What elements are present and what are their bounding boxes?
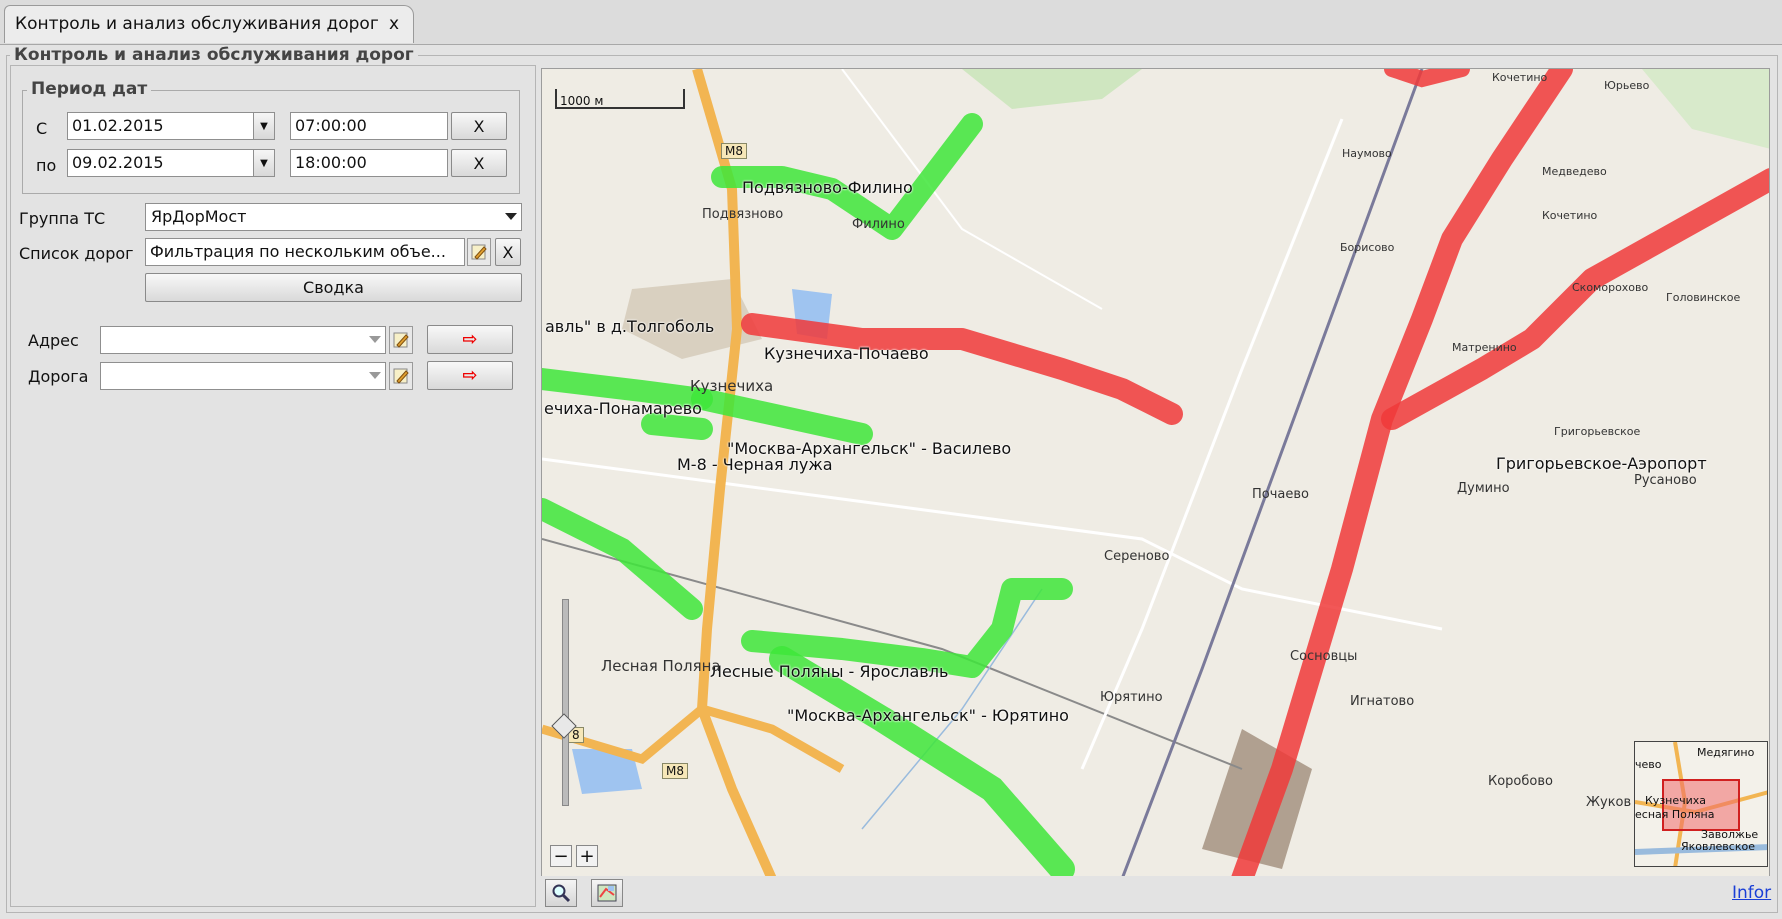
place-label: Юрьево <box>1604 79 1650 92</box>
roads-filter-field[interactable]: Фильтрация по нескольким объе... <box>145 238 465 266</box>
place-label: Сосновцы <box>1290 649 1358 664</box>
chevron-down-icon <box>505 213 517 220</box>
place-label: Кочетино <box>1492 71 1548 84</box>
to-clear-button[interactable]: X <box>451 149 507 177</box>
to-date-field[interactable]: 09.02.2015 <box>67 149 275 177</box>
road-go-button[interactable]: ⇨ <box>427 361 513 390</box>
road-label-podvyaznovo-filino: Подвязново-Филино <box>742 178 913 197</box>
map-layers-icon <box>597 884 617 902</box>
period-group <box>22 90 520 194</box>
place-label: Думино <box>1457 481 1510 496</box>
from-clear-button[interactable]: X <box>451 112 507 140</box>
map-view[interactable]: 1000 м М8 М8 8 Подвязново-Филино авль" в… <box>541 68 1770 878</box>
address-input[interactable] <box>100 326 386 354</box>
place-label: Филино <box>852 217 905 232</box>
place-label: Сереново <box>1104 549 1170 564</box>
place-label: Григорьевское <box>1554 425 1641 438</box>
place-label: Кузнечиха <box>690 377 774 395</box>
page-title: Контроль и анализ обслуживания дорог <box>10 45 418 65</box>
minimap-label: есная Поляна <box>1635 808 1715 821</box>
place-label: Наумово <box>1342 147 1392 160</box>
minimap-label: Яковлевское <box>1681 840 1755 853</box>
zoom-out-button[interactable]: − <box>550 845 572 867</box>
road-red-top[interactable] <box>1384 69 1470 88</box>
period-legend: Период дат <box>27 79 152 99</box>
road-lesnye-polyany[interactable] <box>542 498 703 620</box>
from-time-field[interactable]: 07:00:00 <box>290 112 448 140</box>
map-search-button[interactable] <box>545 879 577 907</box>
road-label: Дорога <box>28 367 89 386</box>
road-m8-chernaya[interactable] <box>641 413 713 440</box>
roads-clear-button[interactable]: X <box>495 238 521 266</box>
group-select-value: ЯрДорМост <box>151 207 247 226</box>
place-label: Матренино <box>1452 341 1517 354</box>
road-yaroslavl-lyubim[interactable] <box>1231 69 1573 878</box>
road-label-moskva-yuryatino: "Москва-Архангельск" - Юрятино <box>787 706 1069 725</box>
edit-icon <box>393 332 409 348</box>
minimap-label: Медягино <box>1697 746 1755 759</box>
edit-icon <box>393 368 409 384</box>
tab-title[interactable]: Контроль и анализ обслуживания дорог <box>15 14 379 34</box>
place-label: Лесная Поляна <box>601 657 721 675</box>
address-go-button[interactable]: ⇨ <box>427 325 513 354</box>
place-label: Коробово <box>1488 774 1553 789</box>
tab-road-control[interactable]: Контроль и анализ обслуживания дорог x <box>4 5 414 43</box>
forest-area <box>962 69 1142 109</box>
place-label: Русаново <box>1634 473 1697 488</box>
zoom-slider-track[interactable] <box>562 599 569 806</box>
place-label: Жуков <box>1586 795 1632 810</box>
map-layers-button[interactable] <box>591 879 623 907</box>
chevron-down-icon <box>369 372 381 379</box>
minimap-label: чево <box>1635 758 1662 771</box>
map-toolbar <box>541 876 1770 910</box>
road-label-grigorevskoe: Григорьевское-Аэропорт <box>1496 454 1707 473</box>
to-time-field[interactable]: 18:00:00 <box>290 149 448 177</box>
place-label: Кочетино <box>1542 209 1598 222</box>
from-date-dropdown[interactable]: ▼ <box>253 112 275 140</box>
address-edit-button[interactable] <box>389 326 413 354</box>
edit-icon <box>471 244 487 260</box>
to-label: по <box>36 156 57 175</box>
to-date-dropdown[interactable]: ▼ <box>253 149 275 177</box>
road-label-kuznechikha-pochaevo: Кузнечиха-Почаево <box>764 344 929 363</box>
roads-label: Список дорог <box>19 244 134 263</box>
road-kuznechikha-pochaevo[interactable] <box>741 313 1183 425</box>
place-label: Игнатово <box>1350 694 1415 709</box>
m8-shield: М8 <box>662 763 688 779</box>
zoom-in-button[interactable]: + <box>576 845 598 867</box>
address-label: Адрес <box>28 331 79 350</box>
overview-minimap[interactable]: Медягино чево Кузнечиха есная Поляна Зав… <box>1634 741 1768 867</box>
tab-close-button[interactable]: x <box>389 14 399 34</box>
scale-text: 1000 м <box>560 94 604 108</box>
chevron-down-icon <box>369 336 381 343</box>
field-area <box>1642 69 1769 149</box>
chevron-down-icon: ▼ <box>260 157 268 169</box>
info-link[interactable]: Infor <box>1732 883 1771 903</box>
place-label: Головинское <box>1666 291 1741 304</box>
summary-button[interactable]: Сводка <box>145 273 522 302</box>
road-input[interactable] <box>100 362 386 390</box>
place-label: Подвязново <box>702 207 784 222</box>
road-green-south[interactable] <box>769 646 1075 877</box>
chevron-down-icon: ▼ <box>260 120 268 132</box>
road-edit-button[interactable] <box>389 362 413 390</box>
road-label-tolgobol: авль" в д.Толгоболь <box>545 317 715 336</box>
road-kuznechikha-ponamarevo[interactable] <box>542 368 713 410</box>
road-label-lesnye-polyany: Лесные Поляны - Ярославль <box>710 662 949 681</box>
from-date-field[interactable]: 01.02.2015 <box>67 112 275 140</box>
road-label-m8-chernaya: М-8 - Черная лужа <box>677 455 833 474</box>
place-label: Скоморохово <box>1572 281 1649 294</box>
from-label: С <box>36 119 48 138</box>
search-icon <box>552 884 571 903</box>
place-label: Юрятино <box>1100 690 1163 705</box>
place-label: Почаево <box>1252 487 1309 502</box>
road-label-kuznechikha-ponamarevo: ечиха-Понамарево <box>544 399 702 418</box>
group-label: Группа ТС <box>19 209 106 228</box>
minimap-label: Кузнечиха <box>1645 794 1707 807</box>
m8-shield: М8 <box>721 143 747 159</box>
place-label: Медведево <box>1542 165 1607 178</box>
place-label: Борисово <box>1340 241 1395 254</box>
roads-edit-button[interactable] <box>467 238 491 266</box>
group-select[interactable]: ЯрДорМост <box>145 203 522 231</box>
